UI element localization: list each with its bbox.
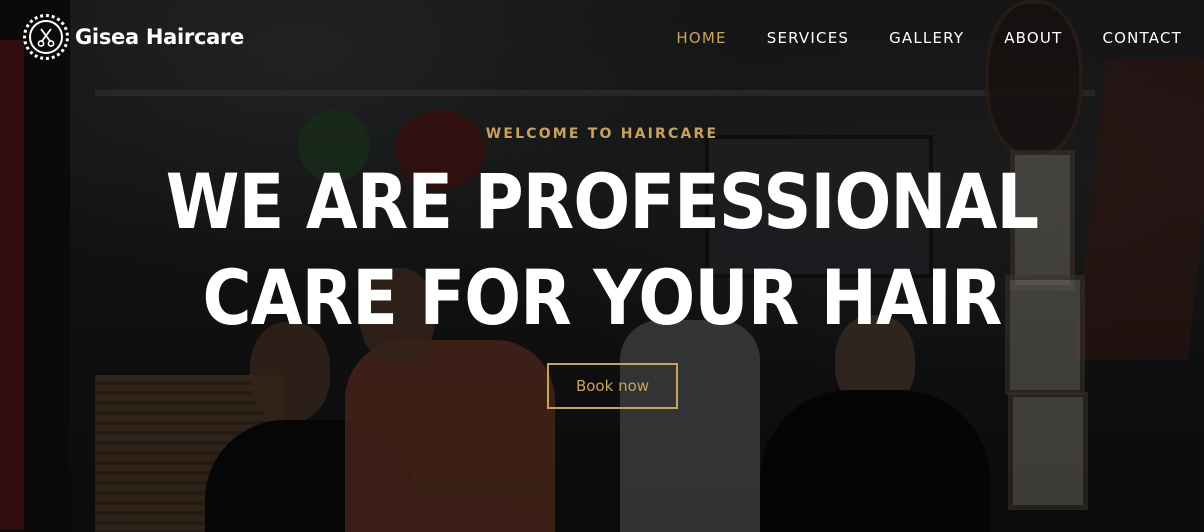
book-now-button[interactable]: Book now [547, 363, 678, 409]
brand-name: Gisea Haircare [75, 25, 244, 49]
hero-section: Gisea Haircare HOME SERVICES GALLERY ABO… [0, 0, 1204, 532]
logo-badge [23, 14, 69, 60]
nav-item-gallery[interactable]: GALLERY [889, 28, 964, 48]
brand-logo-link[interactable]: Gisea Haircare [23, 14, 244, 60]
nav-item-about[interactable]: ABOUT [1004, 28, 1062, 48]
hero-headline: WE ARE PROFESSIONAL CARE FOR YOUR HAIR [165, 157, 1039, 342]
nav-item-contact[interactable]: CONTACT [1102, 28, 1182, 48]
nav-item-services[interactable]: SERVICES [767, 28, 849, 48]
navbar: Gisea Haircare HOME SERVICES GALLERY ABO… [0, 0, 1204, 78]
scissors-icon [29, 20, 63, 54]
main-nav: HOME SERVICES GALLERY ABOUT CONTACT [636, 28, 1182, 48]
nav-item-home[interactable]: HOME [676, 28, 726, 48]
hero-eyebrow: WELCOME TO HAIRCARE [485, 126, 719, 142]
